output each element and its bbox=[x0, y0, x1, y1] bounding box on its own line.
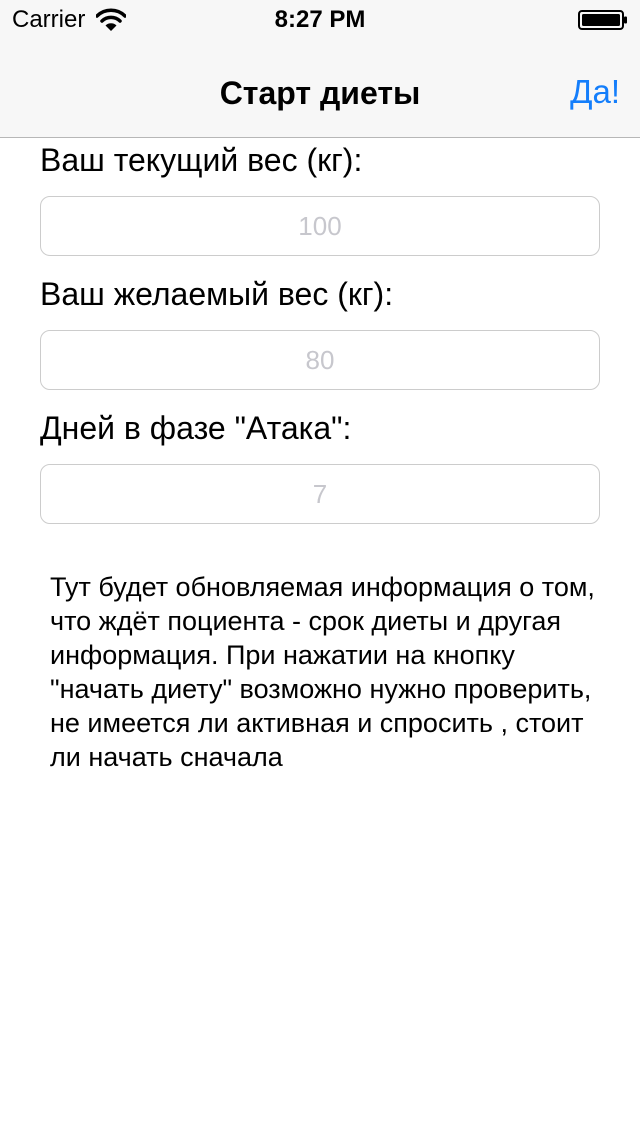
attack-days-input[interactable] bbox=[40, 464, 600, 524]
status-bar: Carrier 8:27 PM bbox=[0, 0, 640, 40]
diet-info-text: Тут будет обновляемая информация о том, … bbox=[50, 572, 595, 772]
current-weight-input[interactable] bbox=[40, 196, 600, 256]
target-weight-label: Ваш желаемый вес (кг): bbox=[40, 276, 394, 312]
target-weight-input[interactable] bbox=[40, 330, 600, 390]
attack-days-label: Дней в фазе "Атака": bbox=[40, 410, 352, 446]
current-weight-label: Ваш текущий вес (кг): bbox=[40, 142, 363, 178]
status-time: 8:27 PM bbox=[274, 6, 366, 33]
navigation-bar: Старт диеты Да! bbox=[0, 40, 640, 138]
page-title: Старт диеты bbox=[219, 75, 421, 111]
battery-icon bbox=[578, 10, 627, 30]
confirm-button[interactable]: Да! bbox=[570, 72, 620, 112]
